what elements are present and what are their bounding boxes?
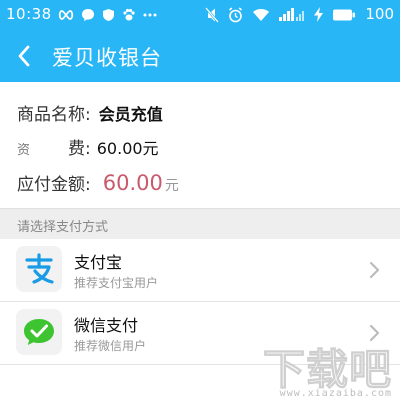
paw-icon — [123, 8, 135, 21]
infinity-icon — [58, 10, 74, 20]
payment-section-header: 请选择支付方式 — [0, 208, 400, 239]
wechat-pay-icon — [16, 309, 62, 355]
mute-icon — [205, 6, 220, 23]
alipay-option[interactable]: 支付宝 推荐支付宝用户 — [0, 239, 400, 302]
wechat-pay-name: 微信支付 — [74, 316, 139, 335]
status-left-icons — [58, 8, 157, 22]
product-label: 商品名称: — [17, 105, 91, 125]
status-bar: 10:38 100 — [0, 0, 400, 30]
signal-icon — [279, 7, 305, 21]
fee-label: 费: — [68, 139, 91, 159]
chevron-right-icon — [369, 261, 380, 279]
order-info: 商品名称: 会员充值 资 费: 60.00元 应付金额: 60.00 元 — [0, 82, 400, 208]
alipay-desc: 推荐支付宝用户 — [74, 276, 159, 290]
more-dots-icon — [143, 13, 157, 17]
alarm-icon — [229, 6, 243, 22]
watermark: 下载吧 www.xiazaiba.com — [252, 336, 400, 406]
due-label: 应付金额: — [17, 175, 91, 195]
page-title: 爱贝收银台 — [52, 46, 162, 70]
chat-bubble-icon — [82, 9, 94, 21]
due-unit: 元 — [164, 178, 179, 194]
status-time: 10:38 — [6, 5, 52, 23]
battery-icon — [333, 9, 356, 20]
wifi-icon — [253, 8, 270, 21]
charging-icon — [314, 7, 324, 22]
fee-value: 60.00元 — [96, 139, 159, 158]
watermark-url: www.xiazaiba.com — [279, 388, 392, 399]
fee-label-first-char: 资 — [17, 143, 31, 158]
alipay-name: 支付宝 — [74, 253, 123, 272]
due-amount: 60.00 — [102, 171, 163, 195]
product-row: 商品名称: 会员充值 — [17, 100, 163, 125]
due-row: 应付金额: 60.00 元 — [17, 170, 179, 195]
status-right-icons: 100 — [205, 6, 394, 23]
wechat-pay-desc: 推荐微信用户 — [74, 339, 147, 353]
payment-section-title: 请选择支付方式 — [17, 220, 109, 235]
fee-row: 资 费: 60.00元 — [17, 134, 159, 159]
shield-icon — [103, 9, 114, 21]
product-value: 会员充值 — [98, 105, 163, 124]
back-button[interactable] — [10, 42, 38, 70]
alipay-icon — [16, 246, 62, 292]
battery-level: 100 — [365, 5, 394, 23]
nav-bar: 爱贝收银台 — [0, 30, 400, 82]
chevron-left-icon — [18, 45, 30, 67]
